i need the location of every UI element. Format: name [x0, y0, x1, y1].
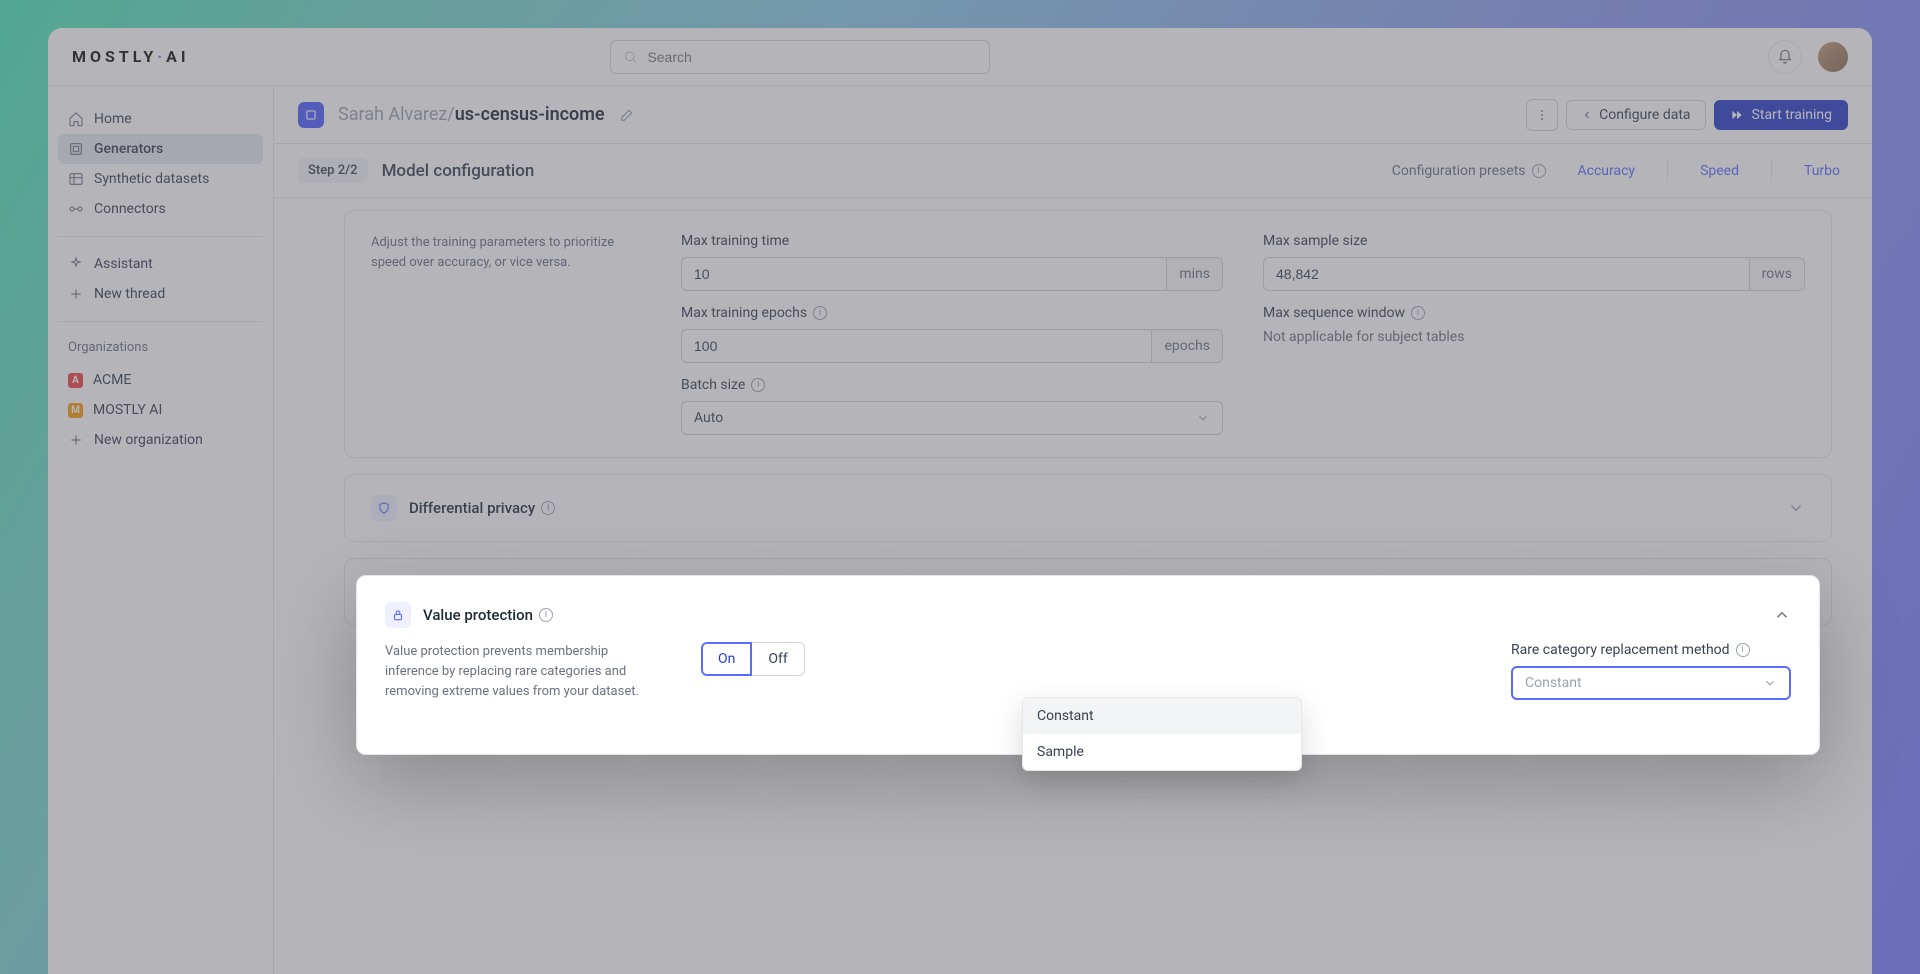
section-title: Value protection [423, 606, 533, 624]
info-icon[interactable]: i [539, 608, 553, 622]
select-value: Constant [1525, 675, 1582, 691]
value-protection-toggle: On Off [701, 642, 805, 676]
chevron-up-icon[interactable] [1773, 606, 1791, 624]
chevron-down-icon [1763, 676, 1777, 690]
lock-icon [385, 602, 411, 628]
modal-backdrop[interactable] [0, 0, 1920, 974]
info-icon[interactable]: i [1736, 643, 1750, 657]
dropdown-option-constant[interactable]: Constant [1023, 698, 1301, 734]
rare-category-select[interactable]: Constant [1511, 666, 1791, 700]
toggle-on[interactable]: On [701, 642, 752, 676]
dropdown-option-sample[interactable]: Sample [1023, 734, 1301, 770]
value-protection-desc: Value protection prevents membership inf… [385, 642, 657, 702]
toggle-off[interactable]: Off [752, 642, 804, 676]
rare-category-label: Rare category replacement method i [1511, 642, 1791, 658]
rare-category-dropdown: Constant Sample [1022, 697, 1302, 771]
